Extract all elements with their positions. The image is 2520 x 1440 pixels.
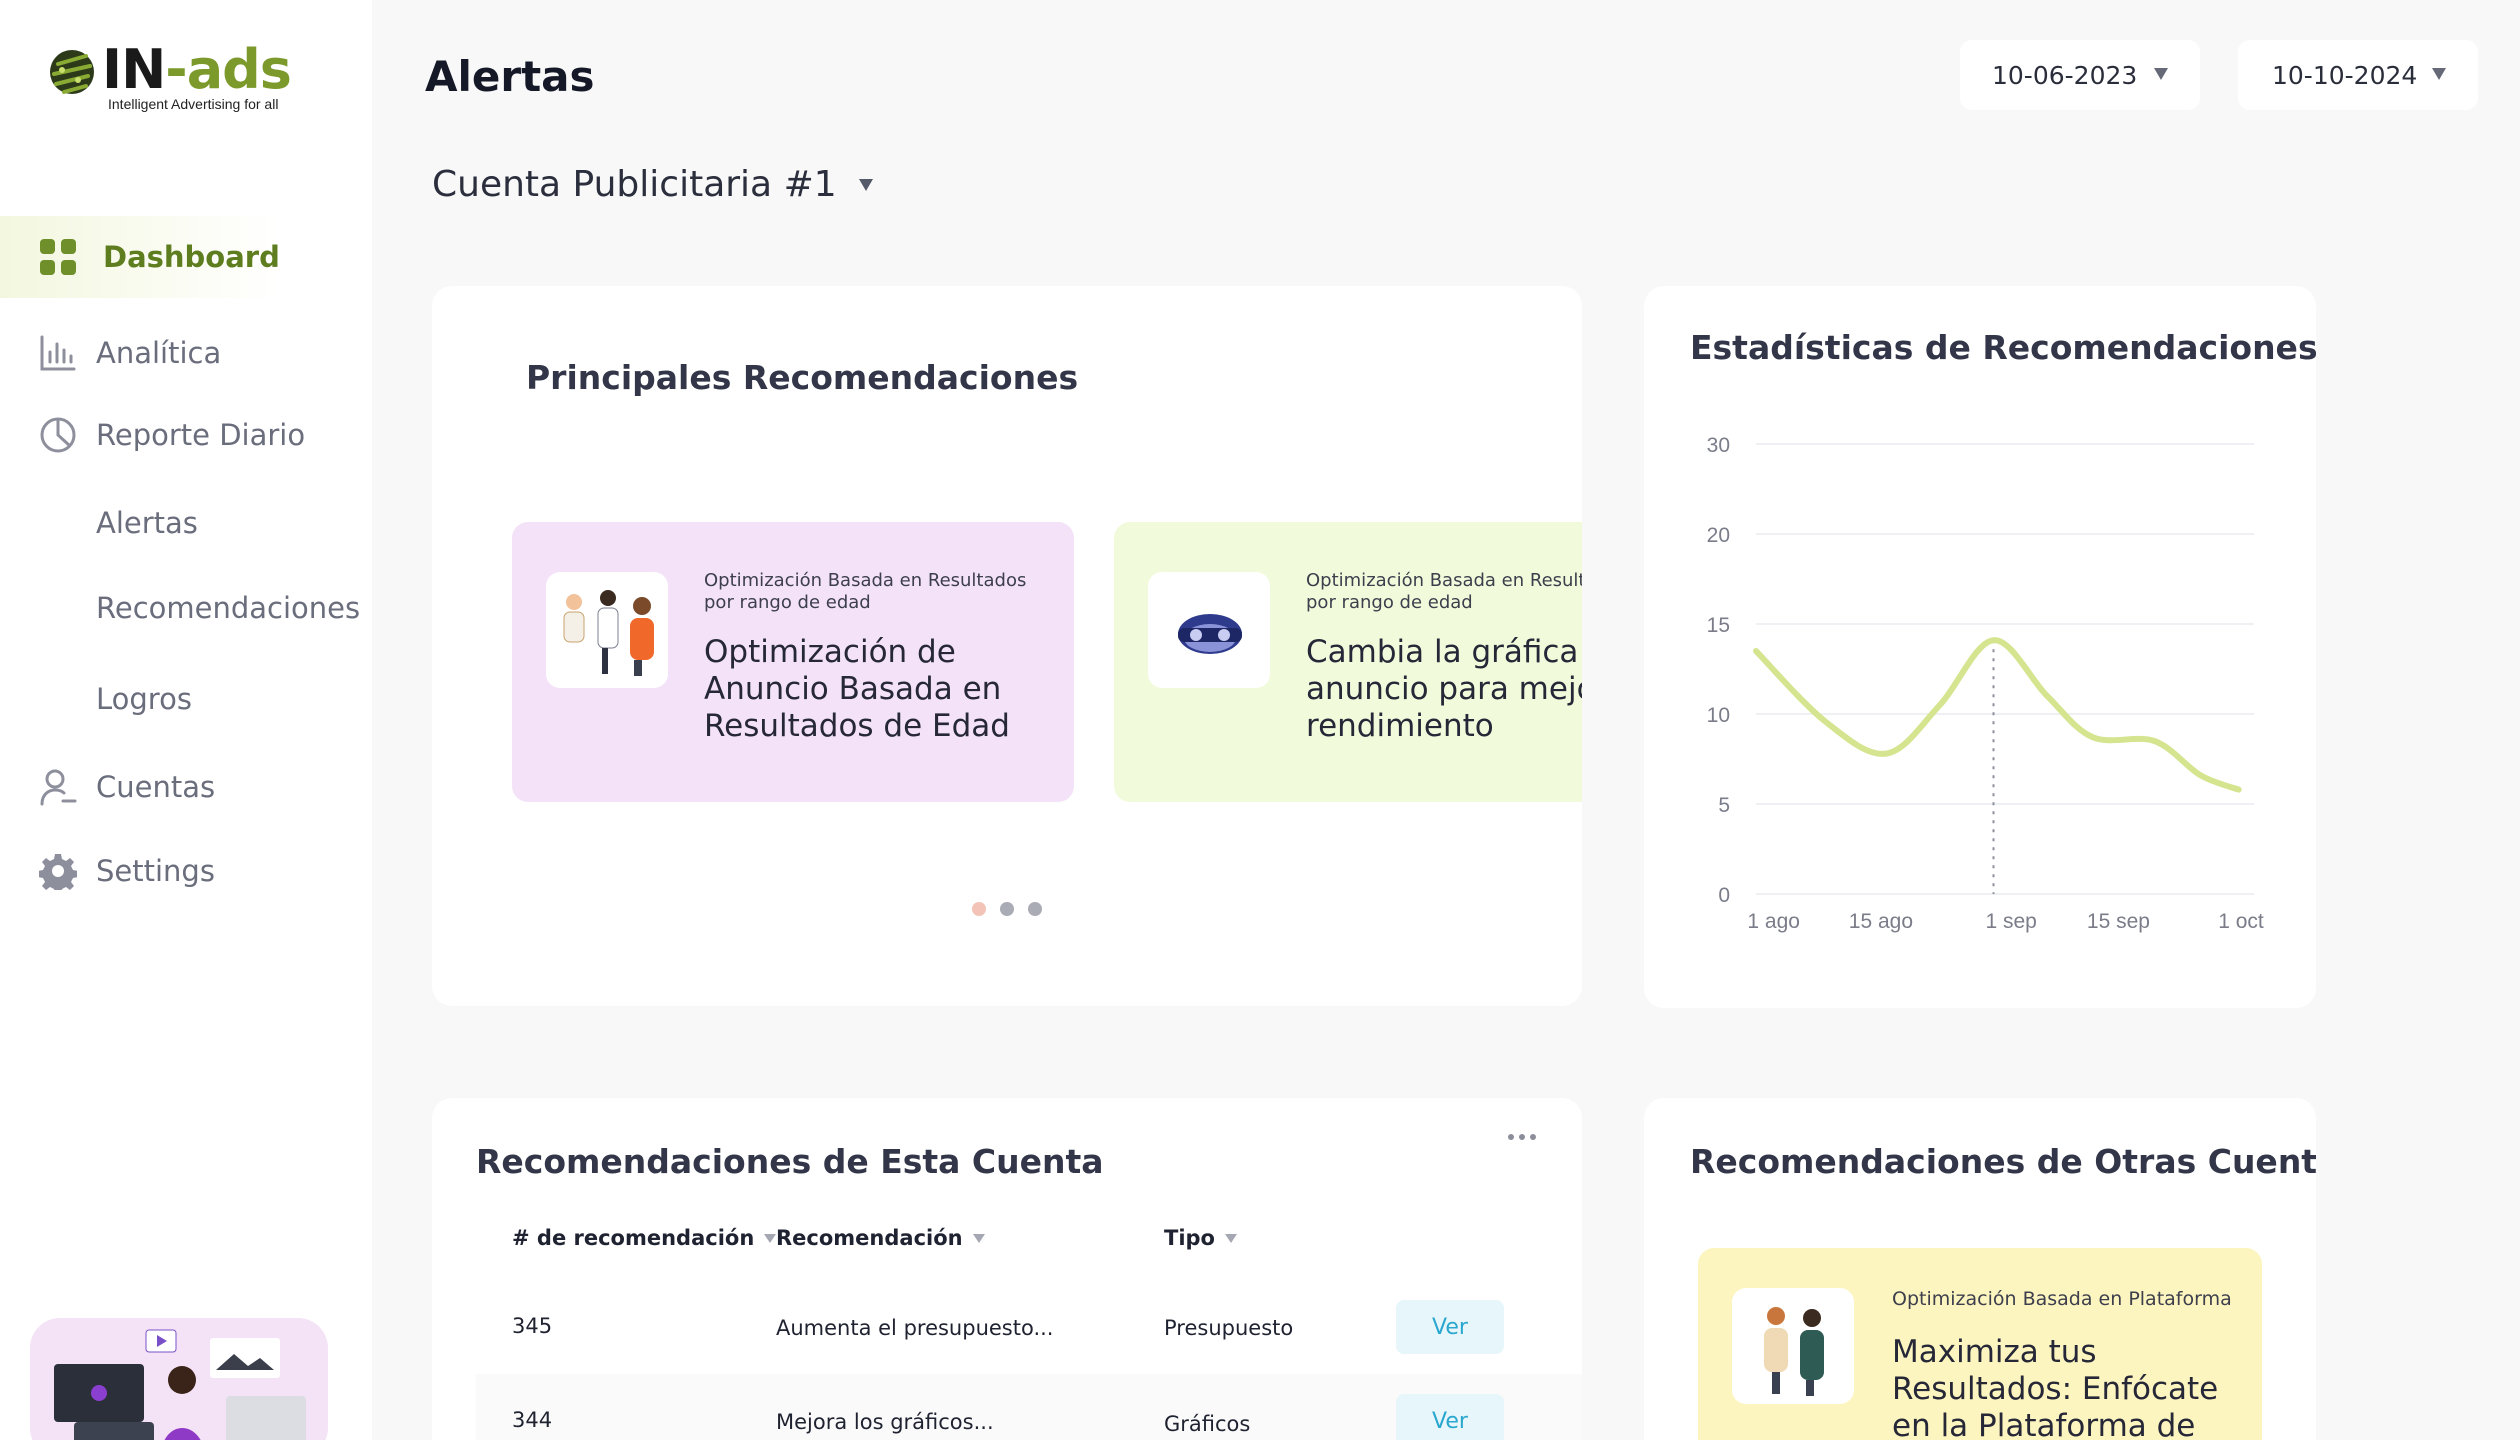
caret-down-icon (858, 178, 873, 191)
carousel-dot[interactable] (972, 902, 986, 916)
carousel-viewport: Optimización Basada en Resultados por ra… (1114, 522, 1582, 802)
date-from-value: 10-06-2023 (1992, 60, 2138, 90)
x-tick-label: 1 sep (1985, 910, 2036, 933)
top-recommendations-title: Principales Recomendaciones (526, 358, 1079, 397)
sidebar-item-label: Cuentas (96, 770, 216, 804)
date-from-picker[interactable]: 10-06-2023 (1960, 40, 2200, 110)
account-selected-value: Cuenta Publicitaria #1 (432, 164, 837, 205)
carousel-dot[interactable] (1028, 902, 1042, 916)
sidebar-item-label: Reporte Diario (96, 418, 306, 452)
sidebar-item-label: Dashboard (103, 240, 280, 274)
sidebar-item-logros[interactable]: Logros (0, 658, 372, 740)
carousel-dot[interactable] (1000, 902, 1014, 916)
y-tick-label: 20 (1707, 524, 1730, 547)
row-recommendation: Aumenta el presupuesto... (776, 1316, 1054, 1340)
bar-chart-icon (38, 333, 78, 373)
x-tick-label: 1 ago (1747, 910, 1800, 933)
caret-down-icon (2432, 68, 2446, 80)
view-button[interactable]: Ver (1396, 1300, 1504, 1354)
sidebar-item-label: Settings (96, 854, 215, 888)
recommendation-title: Maximiza tus Resultados: Enfócate en la … (1892, 1334, 2219, 1440)
y-tick-label: 5 (1718, 794, 1730, 817)
column-header-type[interactable]: Tipo (1164, 1226, 1237, 1250)
date-to-value: 10-10-2024 (2272, 60, 2418, 90)
promo-illustration (30, 1318, 328, 1440)
brand-logo[interactable]: IN-ads Intelligent Advertising for all (46, 38, 306, 120)
logo-mark-icon (50, 50, 94, 94)
sidebar-item-alertas[interactable]: Alertas (0, 482, 372, 564)
sidebar-item-label: Analítica (96, 336, 222, 370)
row-id: 345 (512, 1314, 553, 1338)
sort-caret-icon (972, 1233, 985, 1243)
sidebar-item-settings[interactable]: Settings (0, 830, 372, 912)
row-recommendation: Mejora los gráficos... (776, 1410, 994, 1434)
recommendation-category: Optimización Basada en Resultados por ra… (1306, 570, 1582, 613)
user-icon (38, 767, 78, 807)
sort-caret-icon (764, 1233, 777, 1243)
column-header-id[interactable]: # de recomendación (512, 1226, 777, 1250)
people-illustration (1732, 1288, 1854, 1404)
grid-icon (38, 237, 78, 277)
recommendation-category: Optimización Basada en Plataforma (1892, 1288, 2232, 1310)
recommendation-title: Cambia la gráfica c anuncio para mejo el… (1306, 634, 1582, 744)
recommendation-card[interactable]: Optimización Basada en Resultados por ra… (512, 522, 1074, 802)
logo-tagline: Intelligent Advertising for all (108, 96, 279, 112)
date-to-picker[interactable]: 10-10-2024 (2238, 40, 2478, 110)
other-accounts-title: Recomendaciones de Otras Cuentas (1690, 1142, 2316, 1181)
more-options-icon[interactable] (1508, 1134, 1536, 1140)
y-tick-label: 30 (1707, 434, 1730, 457)
row-id: 344 (512, 1408, 553, 1432)
column-header-recommendation[interactable]: Recomendación (776, 1226, 985, 1250)
page-title: Alertas (425, 52, 595, 101)
logo-wordmark: IN-ads (102, 38, 292, 101)
this-account-title: Recomendaciones de Esta Cuenta (476, 1142, 1104, 1181)
carousel-pagination (972, 902, 1042, 916)
row-type: Gráficos (1164, 1412, 1251, 1436)
sidebar-item-label: Alertas (96, 506, 198, 540)
sidebar-item-reporte-diario[interactable]: Reporte Diario (0, 394, 372, 476)
caret-down-icon (2154, 68, 2168, 80)
pie-chart-icon (38, 415, 78, 455)
view-button[interactable]: Ver (1396, 1394, 1504, 1440)
sidebar: IN-ads Intelligent Advertising for all D… (0, 0, 372, 1440)
x-tick-label: 1 oct (2218, 910, 2264, 933)
recommendation-card[interactable]: Optimización Basada en Plataforma Maximi… (1698, 1248, 2262, 1440)
gear-icon (38, 851, 78, 891)
sidebar-item-cuentas[interactable]: Cuentas (0, 746, 372, 828)
vr-headset-illustration (1148, 572, 1270, 688)
recommendations-line-chart: 0 5 10 15 20 30 1 ago 15 ago 1 sep 15 sep 1 oct (1707, 434, 2264, 933)
x-tick-label: 15 sep (2087, 910, 2150, 933)
sidebar-item-analitica[interactable]: Analítica (0, 312, 372, 394)
stats-title: Estadísticas de Recomendaciones (1690, 328, 2316, 367)
y-tick-label: 10 (1707, 704, 1730, 727)
recommendation-title: Optimización de Anuncio Basada en Result… (704, 634, 1010, 744)
sort-caret-icon (1224, 1233, 1237, 1243)
y-tick-label: 0 (1718, 884, 1730, 907)
sidebar-item-label: Logros (96, 682, 192, 716)
people-illustration (546, 572, 668, 688)
account-selector[interactable]: Cuenta Publicitaria #1 (432, 164, 873, 205)
recommendation-category: Optimización Basada en Resultados por ra… (704, 570, 1027, 613)
recommendation-card[interactable]: Optimización Basada en Resultados por ra… (1114, 522, 1582, 802)
x-tick-label: 15 ago (1849, 910, 1913, 933)
sidebar-item-dashboard[interactable]: Dashboard (0, 216, 372, 298)
sidebar-item-recomendaciones[interactable]: Recomendaciones (0, 567, 372, 649)
row-type: Presupuesto (1164, 1316, 1294, 1340)
sidebar-item-label: Recomendaciones (96, 591, 361, 625)
y-tick-label: 15 (1707, 614, 1730, 637)
